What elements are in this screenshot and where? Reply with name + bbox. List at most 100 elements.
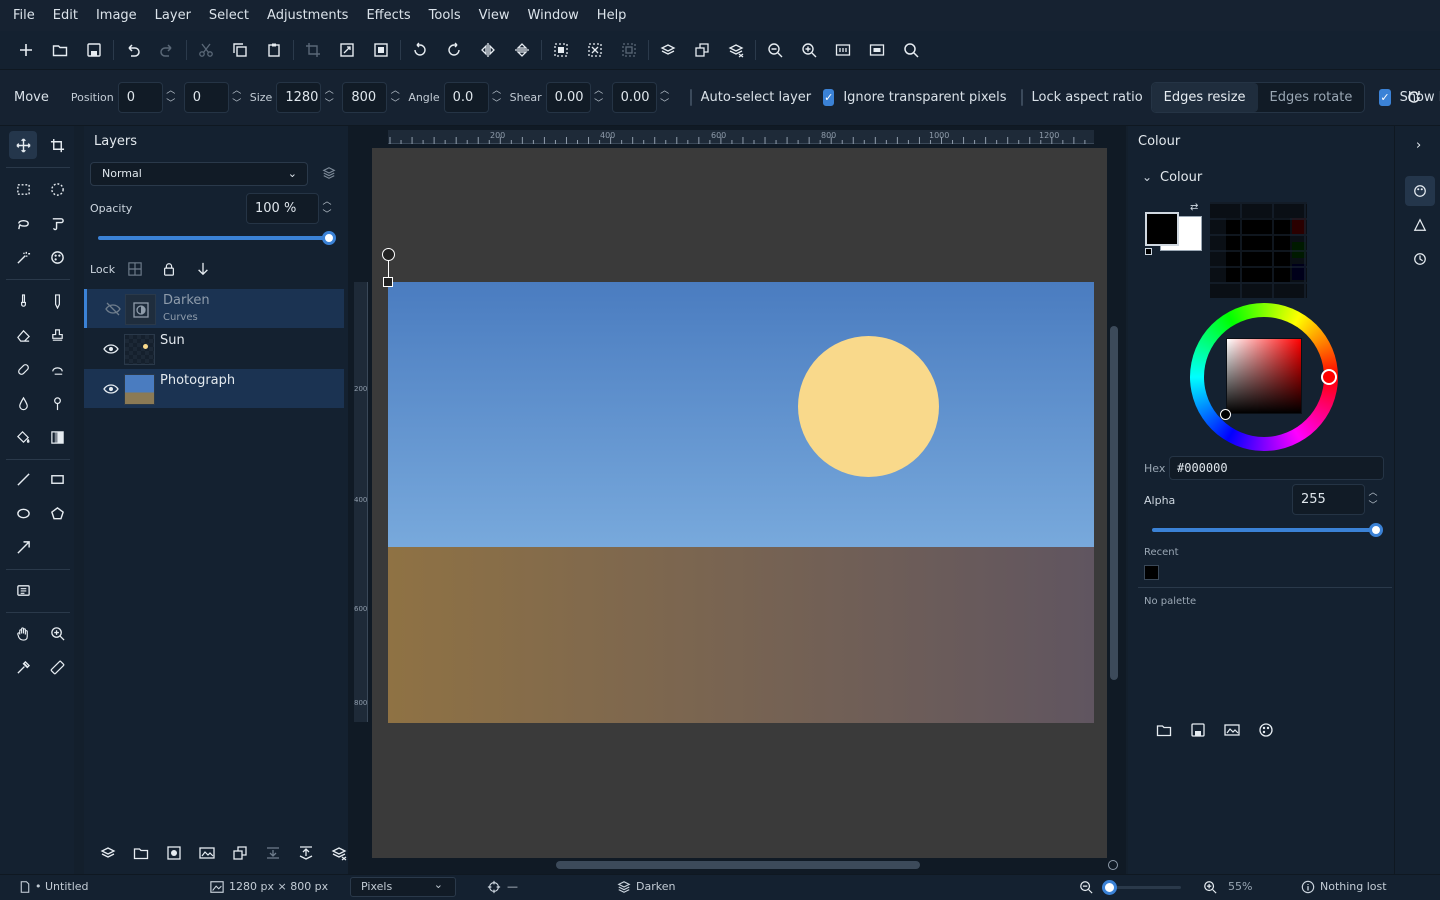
magnetic-lasso-icon[interactable] xyxy=(43,209,71,237)
delete-layer-icon[interactable] xyxy=(331,845,347,861)
menu-view[interactable]: View xyxy=(470,0,519,31)
menu-select[interactable]: Select xyxy=(200,0,258,31)
image-canvas[interactable] xyxy=(388,282,1094,723)
copy-icon[interactable] xyxy=(223,33,257,67)
healing-icon[interactable] xyxy=(9,355,37,383)
hue-handle[interactable] xyxy=(1321,369,1337,385)
opacity-field[interactable]: 100 % xyxy=(246,193,319,224)
opacity-slider[interactable] xyxy=(98,236,330,240)
menu-help[interactable]: Help xyxy=(588,0,636,31)
menu-file[interactable]: File xyxy=(4,0,44,31)
chevron-down-icon[interactable]: ⌄ xyxy=(1142,170,1152,184)
merge-down-icon[interactable] xyxy=(265,845,281,861)
swap-colours-icon[interactable]: ⇄ xyxy=(1190,202,1198,213)
units-select[interactable]: Pixels ⌄ xyxy=(350,877,456,897)
open-palette-icon[interactable] xyxy=(1156,722,1172,738)
palette-grid[interactable] xyxy=(1210,202,1307,298)
flatten-icon[interactable] xyxy=(298,845,314,861)
layer-row-darken[interactable]: Darken Curves xyxy=(84,289,344,328)
alpha-slider-handle[interactable] xyxy=(1369,523,1383,537)
navigator-corner-icon[interactable] xyxy=(1108,860,1118,870)
invert-selection-icon[interactable] xyxy=(612,33,646,67)
size-width-field[interactable]: 1280 xyxy=(276,82,322,113)
lock-aspect-checkbox[interactable] xyxy=(1020,89,1023,106)
rectangle-select-icon[interactable] xyxy=(9,175,37,203)
size-height-stepper[interactable]: 800 ︿ ﹀ xyxy=(342,82,402,113)
eye-icon[interactable] xyxy=(103,341,119,357)
clone-stamp-icon[interactable] xyxy=(43,321,71,349)
corner-handle[interactable] xyxy=(383,277,393,287)
ellipse-tool-icon[interactable] xyxy=(9,499,37,527)
alpha-stepper[interactable]: 255 ︿ ﹀ xyxy=(1292,484,1380,515)
menu-adjustments[interactable]: Adjustments xyxy=(258,0,357,31)
auto-select-checkbox[interactable] xyxy=(689,89,692,106)
lock-transparency-icon[interactable] xyxy=(128,262,142,276)
zoom-slider-handle[interactable] xyxy=(1102,880,1117,895)
canvas-viewport[interactable] xyxy=(372,148,1107,858)
hex-input[interactable]: #000000 xyxy=(1169,456,1384,480)
resize-canvas-icon[interactable] xyxy=(364,33,398,67)
colour-select-icon[interactable] xyxy=(43,243,71,271)
palette-from-image-icon[interactable] xyxy=(1224,722,1240,738)
menu-tools[interactable]: Tools xyxy=(420,0,470,31)
layer-row-photograph[interactable]: Photograph xyxy=(84,369,344,408)
size-width-stepper[interactable]: 1280 ︿ ﹀ xyxy=(276,82,336,113)
brush-icon[interactable] xyxy=(9,287,37,315)
size-height-field[interactable]: 800 xyxy=(342,82,388,113)
position-x-field[interactable]: 0 xyxy=(117,82,163,113)
move-tool-icon[interactable] xyxy=(9,131,37,159)
shear-x-field[interactable]: 0.00 xyxy=(545,82,591,113)
shear-y-stepper[interactable]: 0.00 ︿ ﹀ xyxy=(611,82,672,113)
smudge-icon[interactable] xyxy=(43,355,71,383)
shear-y-field[interactable]: 0.00 xyxy=(611,82,657,113)
rectangle-tool-icon[interactable] xyxy=(43,465,71,493)
eye-hidden-icon[interactable] xyxy=(105,301,121,317)
eraser-icon[interactable] xyxy=(9,321,37,349)
alpha-slider[interactable] xyxy=(1152,528,1376,532)
eyedropper-icon[interactable] xyxy=(9,653,37,681)
position-y-stepper[interactable]: 0 ︿ ﹀ xyxy=(183,82,244,113)
undo-icon[interactable] xyxy=(116,33,150,67)
eye-icon[interactable] xyxy=(103,381,119,397)
resize-image-icon[interactable] xyxy=(330,33,364,67)
actual-size-icon[interactable] xyxy=(826,33,860,67)
ellipse-select-icon[interactable] xyxy=(43,175,71,203)
recent-colour-swatch[interactable] xyxy=(1144,565,1159,580)
opacity-stepper[interactable]: 100 % ︿ ﹀ xyxy=(246,193,334,224)
angle-field[interactable]: 0.0 xyxy=(443,82,489,113)
primary-colour-swatch[interactable] xyxy=(1145,212,1179,246)
save-icon[interactable] xyxy=(77,33,111,67)
zoom-in-icon[interactable] xyxy=(792,33,826,67)
new-image-icon[interactable] xyxy=(9,33,43,67)
pan-hand-icon[interactable] xyxy=(9,619,37,647)
add-adjustment-icon[interactable] xyxy=(199,845,215,861)
palette-icon[interactable] xyxy=(1258,722,1274,738)
lasso-icon[interactable] xyxy=(9,209,37,237)
search-icon[interactable] xyxy=(894,33,928,67)
open-folder-icon[interactable] xyxy=(43,33,77,67)
delete-layer-icon[interactable] xyxy=(719,33,753,67)
arrow-tool-icon[interactable] xyxy=(9,533,37,561)
adjustments-tab-icon[interactable] xyxy=(1413,218,1427,232)
cut-icon[interactable] xyxy=(189,33,223,67)
add-new-layer-icon[interactable] xyxy=(100,845,116,861)
menu-edit[interactable]: Edit xyxy=(44,0,87,31)
sv-handle[interactable] xyxy=(1220,409,1231,420)
fit-window-icon[interactable] xyxy=(860,33,894,67)
shear-x-stepper[interactable]: 0.00 ︿ ﹀ xyxy=(545,82,606,113)
polygon-tool-icon[interactable] xyxy=(43,499,71,527)
flip-horizontal-icon[interactable] xyxy=(471,33,505,67)
opacity-slider-handle[interactable] xyxy=(322,231,336,245)
lock-icon[interactable] xyxy=(162,262,176,276)
pencil-icon[interactable] xyxy=(43,287,71,315)
position-x-stepper[interactable]: 0 ︿ ﹀ xyxy=(117,82,178,113)
reset-options-icon[interactable] xyxy=(1406,89,1424,107)
edges-resize-button[interactable]: Edges resize xyxy=(1151,83,1258,112)
deselect-icon[interactable] xyxy=(578,33,612,67)
text-tool-icon[interactable] xyxy=(9,576,37,604)
blur-drop-icon[interactable] xyxy=(9,389,37,417)
reset-colours-icon[interactable] xyxy=(1145,248,1152,255)
crop-to-selection-icon[interactable] xyxy=(296,33,330,67)
add-layer-icon[interactable] xyxy=(651,33,685,67)
add-mask-icon[interactable] xyxy=(166,845,182,861)
